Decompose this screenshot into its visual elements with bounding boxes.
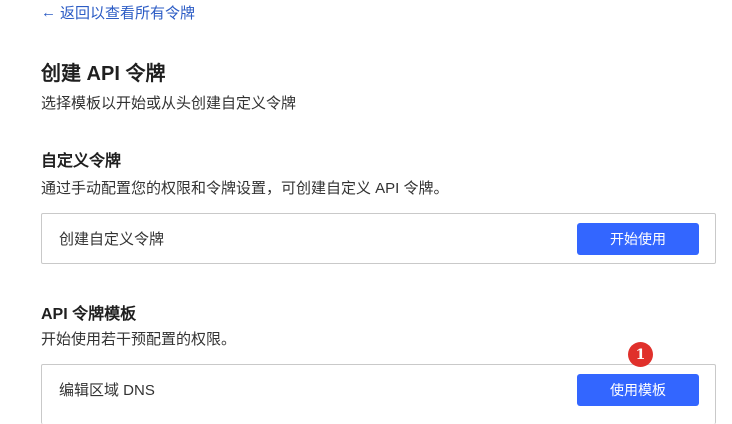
template-card-label: 编辑区域 DNS <box>59 382 155 399</box>
step-number-badge: 1 <box>628 342 653 367</box>
arrow-left-icon: ← <box>41 4 56 21</box>
page-subtitle: 选择模板以开始或从头创建自定义令牌 <box>41 95 297 112</box>
page-title: 创建 API 令牌 <box>41 63 166 85</box>
back-link-label: 返回以查看所有令牌 <box>60 5 196 22</box>
use-template-button[interactable]: 使用模板 <box>577 373 699 406</box>
api-token-templates-description: 开始使用若干预配置的权限。 <box>41 331 237 348</box>
back-to-tokens-link[interactable]: ← 返回以查看所有令牌 <box>41 2 195 23</box>
template-card-edit-zone-dns: 编辑区域 DNS 使用模板 <box>41 364 716 424</box>
custom-token-section-title: 自定义令牌 <box>41 153 122 170</box>
custom-token-card: 创建自定义令牌 开始使用 <box>41 213 716 264</box>
custom-token-section-description: 通过手动配置您的权限和令牌设置，可创建自定义 API 令牌。 <box>41 180 449 197</box>
custom-token-card-label: 创建自定义令牌 <box>59 231 165 248</box>
get-started-button[interactable]: 开始使用 <box>577 222 699 255</box>
api-token-templates-title: API 令牌模板 <box>41 306 137 323</box>
